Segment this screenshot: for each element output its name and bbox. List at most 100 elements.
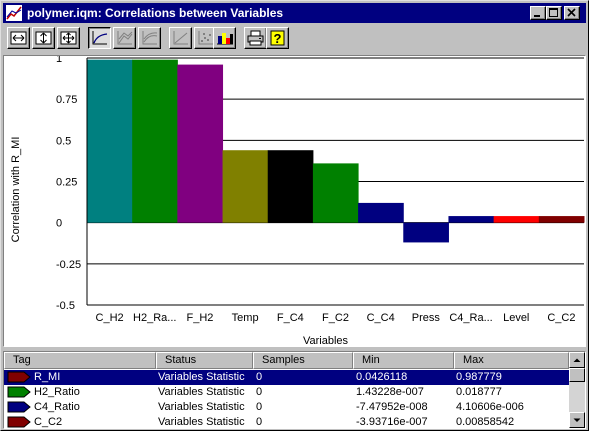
variable-list: Tag Status Samples Min Max R_MI Variables Sta…: [3, 351, 586, 429]
bar-level: [493, 216, 540, 223]
tag-color-icon: [7, 386, 31, 398]
y-tick-label: 0.25: [56, 177, 77, 189]
chart-app-icon: [6, 5, 22, 21]
cell-samples: 0: [256, 371, 263, 383]
column-header-tag[interactable]: Tag: [4, 352, 156, 369]
y-axis-label: Correlation with R_MI: [10, 137, 22, 243]
cell-max: 0.987779: [456, 371, 502, 383]
bar-h2-ra-: [132, 59, 178, 223]
bar-f-c4: [267, 150, 314, 223]
x-tick-label: F_H2: [187, 312, 214, 324]
maximize-button[interactable]: [546, 6, 562, 20]
bar-temp: [222, 150, 269, 223]
cell-min: 0.0426118: [356, 371, 408, 383]
close-icon: [567, 8, 576, 17]
column-header-max[interactable]: Max: [454, 352, 569, 369]
zoom-vertical-icon: [35, 31, 52, 45]
y-tick-label: -0.25: [56, 259, 81, 271]
x-tick-label: Press: [412, 312, 441, 324]
x-tick-label: H2_Ra...: [133, 312, 176, 324]
vertical-scrollbar[interactable]: [569, 352, 585, 428]
x-tick-label: Temp: [232, 312, 259, 324]
zoom-vertical-button[interactable]: [32, 27, 55, 49]
trend-chart-button[interactable]: [169, 27, 192, 49]
cell-samples: 0: [256, 401, 263, 413]
x-axis-label: Variables: [303, 335, 349, 346]
cell-min: 1.43228e-007: [356, 386, 424, 398]
title-bar[interactable]: polymer.iqm: Correlations between Variab…: [3, 3, 586, 23]
column-header-min[interactable]: Min: [353, 352, 454, 369]
table-row[interactable]: H2_Ratio Variables Statistic 0 1.43228e-007…: [4, 385, 569, 400]
correlations-window: polymer.iqm: Correlations between Variab…: [0, 0, 589, 431]
arrow-down-icon: [573, 418, 581, 422]
bar-c-h2: [87, 59, 133, 223]
cell-status: Variables Statistic: [158, 401, 245, 413]
bar-c-c4: [358, 202, 404, 223]
table-row[interactable]: C_C2 Variables Statistic 0 -3.93716e-007 0.0…: [4, 415, 569, 428]
color-bar-button[interactable]: [213, 27, 236, 49]
maximize-icon: [549, 8, 558, 17]
zoom-both-button[interactable]: [57, 27, 80, 49]
x-tick-label: C4_Ra...: [449, 312, 492, 324]
chart-area: 1 0.75 0.5 0.25 0 -0.25 -0.5 C_H2 H2_Ra... F_H2 Te…: [3, 53, 586, 347]
minimize-icon: [534, 15, 540, 17]
help-icon: ?: [270, 30, 285, 46]
tag-color-icon: [7, 371, 31, 383]
tag-color-icon: [7, 416, 31, 428]
cell-status: Variables Statistic: [158, 386, 245, 398]
x-tick-label: Level: [503, 312, 529, 324]
x-tick-label: F_C4: [277, 312, 304, 324]
bar-c4-ra-: [448, 216, 495, 223]
cell-samples: 0: [256, 416, 263, 428]
trend-chart-icon: [173, 31, 188, 45]
surface-chart-button[interactable]: [138, 27, 161, 49]
surface-chart-icon: [142, 31, 158, 45]
bar-press: [403, 222, 449, 243]
cell-status: Variables Statistic: [158, 371, 245, 383]
line-chart-icon: [92, 31, 108, 45]
help-button[interactable]: ?: [266, 27, 289, 49]
bar-f-c2: [312, 163, 359, 223]
scrollbar-thumb[interactable]: [569, 368, 585, 382]
window-title: polymer.iqm: Correlations between Variab…: [27, 6, 284, 20]
scroll-down-button[interactable]: [569, 412, 585, 428]
toolbar: ?: [3, 25, 586, 55]
print-icon: [247, 30, 264, 46]
x-tick-label: C_H2: [96, 312, 124, 324]
arrow-up-icon: [573, 358, 581, 362]
scroll-up-button[interactable]: [569, 352, 585, 368]
close-button[interactable]: [564, 6, 580, 20]
y-tick-label: 0.75: [56, 94, 77, 106]
y-tick-label: 0.5: [56, 135, 71, 147]
cell-tag: R_MI: [34, 371, 61, 383]
cell-min: -7.47952e-008: [356, 401, 428, 413]
area-chart-icon: [117, 31, 133, 45]
correlation-bar-chart: 1 0.75 0.5 0.25 0 -0.25 -0.5 C_H2 H2_Ra... F_H2 Te…: [10, 53, 585, 347]
area-chart-button[interactable]: [113, 27, 136, 49]
cell-min: -3.93716e-007: [356, 416, 428, 428]
x-tick-label: F_C2: [322, 312, 349, 324]
line-chart-button[interactable]: [88, 27, 111, 49]
y-tick-label: 0: [56, 218, 62, 230]
cell-tag: C_C2: [34, 416, 63, 428]
table-row[interactable]: R_MI Variables Statistic 0 0.0426118 0.98777…: [4, 370, 569, 385]
column-header-status[interactable]: Status: [156, 352, 253, 369]
table-row[interactable]: C4_Ratio Variables Statistic 0 -7.47952e-00…: [4, 400, 569, 415]
column-header-samples[interactable]: Samples: [253, 352, 353, 369]
cell-max: 0.00858542: [456, 416, 515, 428]
y-tick-label: -0.5: [56, 300, 75, 312]
cell-tag: H2_Ratio: [34, 386, 80, 398]
cell-status: Variables Statistic: [158, 416, 245, 428]
zoom-horizontal-button[interactable]: [7, 27, 30, 49]
minimize-button[interactable]: [530, 6, 546, 20]
cell-samples: 0: [256, 386, 263, 398]
print-button[interactable]: [244, 27, 267, 49]
bar-f-h2: [177, 64, 224, 223]
zoom-horizontal-icon: [10, 31, 27, 45]
bar-c-c2: [538, 216, 585, 223]
color-bar-icon: [217, 33, 233, 45]
tag-color-icon: [7, 401, 31, 413]
x-tick-label: C_C4: [367, 312, 395, 324]
y-tick-label: 1: [56, 56, 62, 65]
svg-text:?: ?: [274, 31, 282, 46]
